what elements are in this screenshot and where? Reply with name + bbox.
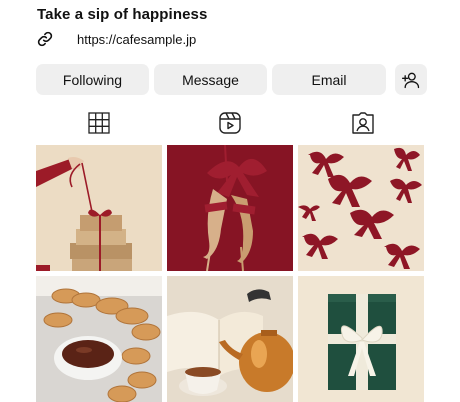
- post-thumbnail[interactable]: [167, 145, 293, 271]
- profile-tabs: [36, 108, 425, 138]
- link-icon: [37, 31, 53, 47]
- website-link[interactable]: https://cafesample.jp: [77, 32, 196, 47]
- email-button[interactable]: Email: [272, 64, 386, 95]
- website-row[interactable]: https://cafesample.jp: [37, 30, 196, 48]
- post-thumbnail[interactable]: [298, 276, 424, 402]
- following-button[interactable]: Following: [36, 64, 149, 95]
- tab-posts[interactable]: [84, 108, 114, 138]
- message-button[interactable]: Message: [154, 64, 267, 95]
- red-bows-photo: [298, 145, 424, 271]
- suggested-accounts-button[interactable]: [395, 64, 427, 95]
- pastries-photo: [36, 276, 162, 402]
- profile-actions: Following Message Email: [36, 64, 427, 95]
- post-thumbnail[interactable]: [36, 145, 162, 271]
- tagged-icon: [352, 112, 374, 134]
- green-gift-photo: [298, 276, 424, 402]
- tea-book-photo: [167, 276, 293, 402]
- reels-icon: [219, 112, 241, 134]
- post-thumbnail[interactable]: [298, 145, 424, 271]
- gold-heels-photo: [167, 145, 293, 271]
- post-thumbnail[interactable]: [167, 276, 293, 402]
- post-thumbnail[interactable]: [36, 276, 162, 402]
- tab-tagged[interactable]: [348, 108, 378, 138]
- grid-icon: [88, 112, 110, 134]
- add-person-icon: [402, 72, 420, 88]
- gift-stack-photo: [36, 145, 162, 271]
- tab-reels[interactable]: [215, 108, 245, 138]
- profile-headline: Take a sip of happiness: [37, 6, 208, 23]
